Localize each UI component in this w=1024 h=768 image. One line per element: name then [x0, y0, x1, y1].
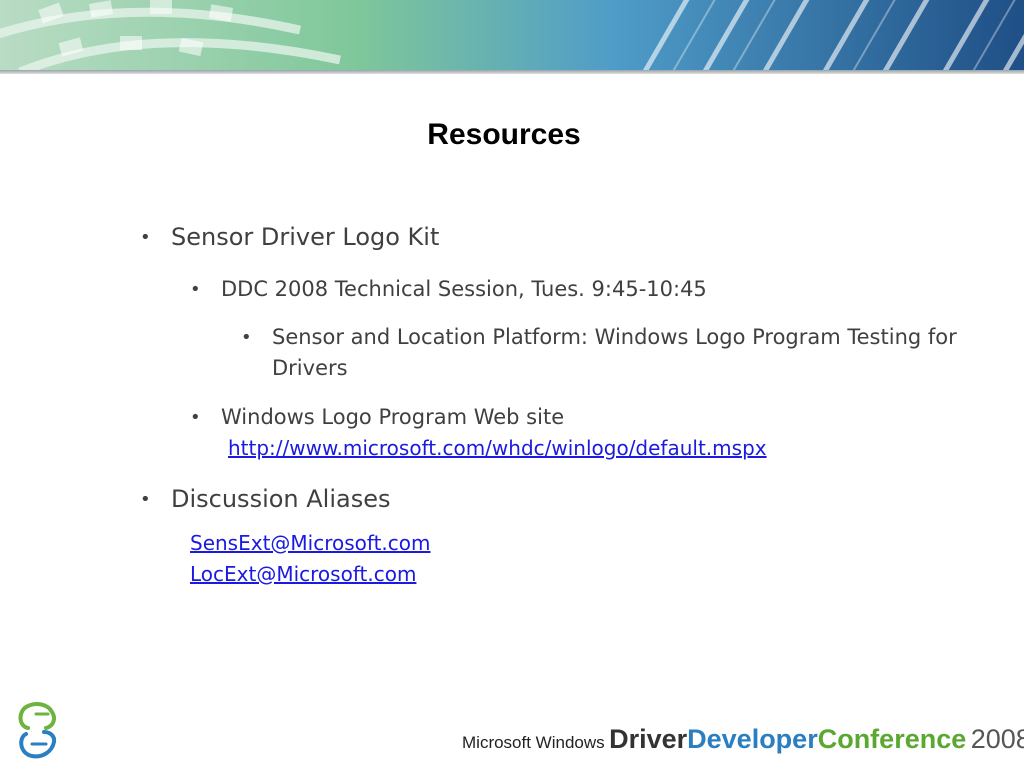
- bullet-text: DDC 2008 Technical Session, Tues. 9:45-1…: [221, 277, 707, 301]
- bullet-dot: •: [190, 279, 201, 300]
- alias-sensext: SensExt@Microsoft.com: [190, 528, 431, 560]
- conference-logo-icon: [18, 702, 57, 759]
- bullet-text: Discussion Aliases: [171, 485, 391, 513]
- bullet-sensor-location-platform: • Sensor and Location Platform: Windows …: [241, 322, 991, 384]
- bullet-dot: •: [140, 489, 151, 510]
- bullet-dot: •: [241, 327, 252, 348]
- bullet-dot: •: [190, 407, 201, 428]
- footer-brand: Microsoft Windows: [462, 733, 605, 752]
- bullet-text: Sensor Driver Logo Kit: [171, 223, 440, 251]
- footer-year: 2008: [970, 724, 1024, 754]
- bullet-dot: •: [140, 227, 151, 248]
- bullet-text: Windows Logo Program Web site: [221, 405, 565, 429]
- bullet-text: Sensor and Location Platform: Windows Lo…: [272, 325, 957, 380]
- alias-locext: LocExt@Microsoft.com: [190, 559, 416, 591]
- bullet-windows-logo-web-site: • Windows Logo Program Web site http://w…: [190, 402, 910, 464]
- footer-branding: Microsoft Windows DriverDeveloperConfere…: [462, 724, 1024, 755]
- banner-shadow: [0, 70, 1024, 74]
- footer-driver: Driver: [609, 724, 688, 754]
- banner-graphic: [0, 0, 1024, 74]
- sensext-email-link[interactable]: SensExt@Microsoft.com: [190, 531, 431, 555]
- winlogo-link[interactable]: http://www.microsoft.com/whdc/winlogo/de…: [228, 436, 767, 460]
- locext-email-link[interactable]: LocExt@Microsoft.com: [190, 562, 416, 586]
- footer-developer: Developer: [687, 724, 818, 754]
- slide-title: Resources: [427, 118, 581, 151]
- footer-conference: Conference: [817, 724, 967, 754]
- header-banner: [0, 0, 1024, 74]
